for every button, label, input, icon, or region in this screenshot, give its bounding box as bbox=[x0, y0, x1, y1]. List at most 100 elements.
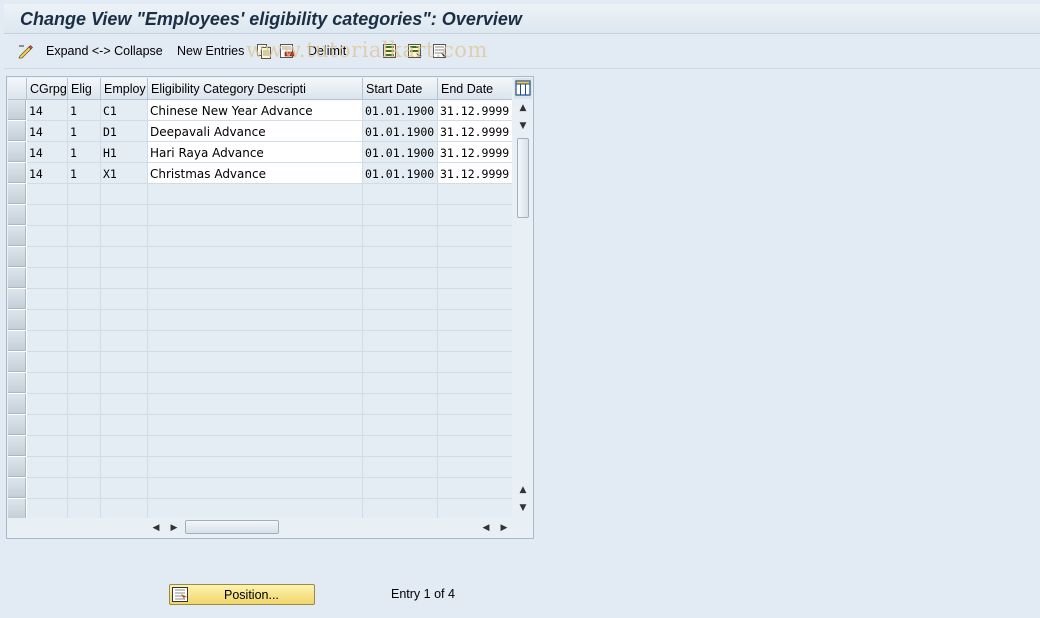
cell-start-date: 01.01.1900 bbox=[363, 100, 438, 121]
page-up-icon[interactable]: ▲ bbox=[514, 481, 532, 499]
cell-start-date: 01.01.1900 bbox=[363, 121, 438, 142]
empty-cell bbox=[101, 226, 148, 247]
empty-cell bbox=[148, 415, 363, 436]
cell-start-date: 01.01.1900 bbox=[363, 163, 438, 184]
empty-cell bbox=[438, 415, 512, 436]
empty-cell bbox=[101, 457, 148, 478]
empty-cell bbox=[68, 331, 101, 352]
empty-cell bbox=[68, 415, 101, 436]
row-selector[interactable] bbox=[8, 394, 26, 414]
empty-cell bbox=[363, 226, 438, 247]
expand-collapse-button[interactable]: Expand <-> Collapse bbox=[46, 44, 163, 58]
empty-cell bbox=[148, 457, 363, 478]
row-selector[interactable] bbox=[8, 310, 26, 330]
column-header-elig[interactable]: Elig bbox=[68, 78, 101, 100]
empty-cell bbox=[68, 373, 101, 394]
column-header-cgrpg[interactable]: CGrpg bbox=[27, 78, 68, 100]
empty-cell bbox=[68, 499, 101, 518]
cell-description-input[interactable]: Christmas Advance bbox=[148, 163, 363, 184]
position-button[interactable]: Position... bbox=[169, 584, 315, 605]
empty-cell bbox=[363, 394, 438, 415]
column-header-description[interactable]: Eligibility Category Descripti bbox=[148, 78, 363, 100]
scroll-left-icon[interactable]: ◀ bbox=[147, 519, 165, 537]
empty-cell bbox=[27, 331, 68, 352]
scroll-far-right-icon[interactable]: ▶ bbox=[495, 519, 513, 537]
row-selector[interactable] bbox=[8, 142, 26, 162]
empty-cell bbox=[27, 499, 68, 518]
empty-cell bbox=[148, 184, 363, 205]
cell-end-date-input[interactable]: 31.12.9999 bbox=[438, 142, 512, 163]
empty-cell bbox=[27, 394, 68, 415]
select-all-rows-corner[interactable] bbox=[8, 78, 27, 100]
cell-end-date-input[interactable]: 31.12.9999 bbox=[438, 163, 512, 184]
empty-cell bbox=[438, 499, 512, 518]
display-change-icon[interactable] bbox=[18, 43, 34, 59]
empty-cell bbox=[68, 247, 101, 268]
row-selector[interactable] bbox=[8, 436, 26, 456]
column-header-start-date[interactable]: Start Date bbox=[363, 78, 438, 100]
row-selector[interactable] bbox=[8, 100, 26, 120]
select-all-icon[interactable] bbox=[382, 43, 398, 59]
empty-cell bbox=[363, 499, 438, 518]
empty-cell bbox=[148, 499, 363, 518]
row-selector[interactable] bbox=[8, 499, 26, 518]
row-selector[interactable] bbox=[8, 352, 26, 372]
empty-cell bbox=[101, 436, 148, 457]
deselect-all-icon[interactable] bbox=[432, 43, 448, 59]
cell-end-date-input[interactable]: 31.12.9999 bbox=[438, 121, 512, 142]
vertical-scroll-thumb[interactable] bbox=[517, 138, 529, 218]
horizontal-scrollbar[interactable]: ◀ ▶ ◀ ▶ bbox=[147, 519, 512, 537]
cell-description-input[interactable]: Hari Raya Advance bbox=[148, 142, 363, 163]
scroll-far-left-icon[interactable]: ◀ bbox=[477, 519, 495, 537]
scroll-down-icon[interactable]: ▼ bbox=[514, 499, 532, 517]
row-selector[interactable] bbox=[8, 247, 26, 267]
empty-cell bbox=[438, 268, 512, 289]
row-selector[interactable] bbox=[8, 163, 26, 183]
scroll-up-icon[interactable]: ▲ bbox=[514, 99, 532, 117]
cell-description-input[interactable]: Chinese New Year Advance bbox=[148, 100, 363, 121]
row-selector[interactable] bbox=[8, 415, 26, 435]
select-block-icon[interactable] bbox=[407, 43, 423, 59]
delete-icon[interactable] bbox=[279, 43, 295, 59]
cell-description-input[interactable]: Deepavali Advance bbox=[148, 121, 363, 142]
row-selector[interactable] bbox=[8, 478, 26, 498]
column-header-end-date[interactable]: End Date bbox=[438, 78, 512, 100]
empty-cell bbox=[148, 247, 363, 268]
empty-cell bbox=[438, 457, 512, 478]
cell-cgrpg: 14 bbox=[27, 121, 68, 142]
empty-cell bbox=[363, 289, 438, 310]
empty-cell bbox=[148, 331, 363, 352]
cell-employ: X1 bbox=[101, 163, 148, 184]
empty-cell bbox=[363, 457, 438, 478]
scroll-right-icon[interactable]: ▶ bbox=[165, 519, 183, 537]
row-selector[interactable] bbox=[8, 373, 26, 393]
row-selector[interactable] bbox=[8, 184, 26, 204]
column-header-employ[interactable]: Employ bbox=[101, 78, 148, 100]
table-control: CGrpg Elig Employ Eligibility Category D… bbox=[6, 76, 534, 539]
row-selector[interactable] bbox=[8, 331, 26, 351]
empty-cell bbox=[363, 184, 438, 205]
row-selector[interactable] bbox=[8, 289, 26, 309]
row-selector[interactable] bbox=[8, 268, 26, 288]
empty-cell bbox=[101, 499, 148, 518]
cell-end-date-input[interactable]: 31.12.9999 bbox=[438, 100, 512, 121]
empty-cell bbox=[101, 352, 148, 373]
vertical-scrollbar[interactable]: ▲ ▼ ▲ ▼ bbox=[514, 99, 532, 517]
row-selector[interactable] bbox=[8, 205, 26, 225]
position-icon bbox=[172, 587, 188, 602]
page-down-icon[interactable]: ▼ bbox=[514, 117, 532, 135]
table-settings-icon[interactable] bbox=[514, 78, 532, 99]
row-selector[interactable] bbox=[8, 226, 26, 246]
row-selector[interactable] bbox=[8, 121, 26, 141]
empty-cell bbox=[27, 310, 68, 331]
copy-as-icon[interactable] bbox=[256, 43, 272, 59]
new-entries-button[interactable]: New Entries bbox=[177, 44, 244, 58]
row-selector[interactable] bbox=[8, 457, 26, 477]
empty-cell bbox=[438, 478, 512, 499]
cell-employ: H1 bbox=[101, 142, 148, 163]
empty-cell bbox=[101, 373, 148, 394]
horizontal-scroll-thumb[interactable] bbox=[185, 520, 279, 534]
cell-elig: 1 bbox=[68, 163, 101, 184]
delimit-button[interactable]: Delimit bbox=[308, 44, 346, 58]
empty-cell bbox=[68, 457, 101, 478]
